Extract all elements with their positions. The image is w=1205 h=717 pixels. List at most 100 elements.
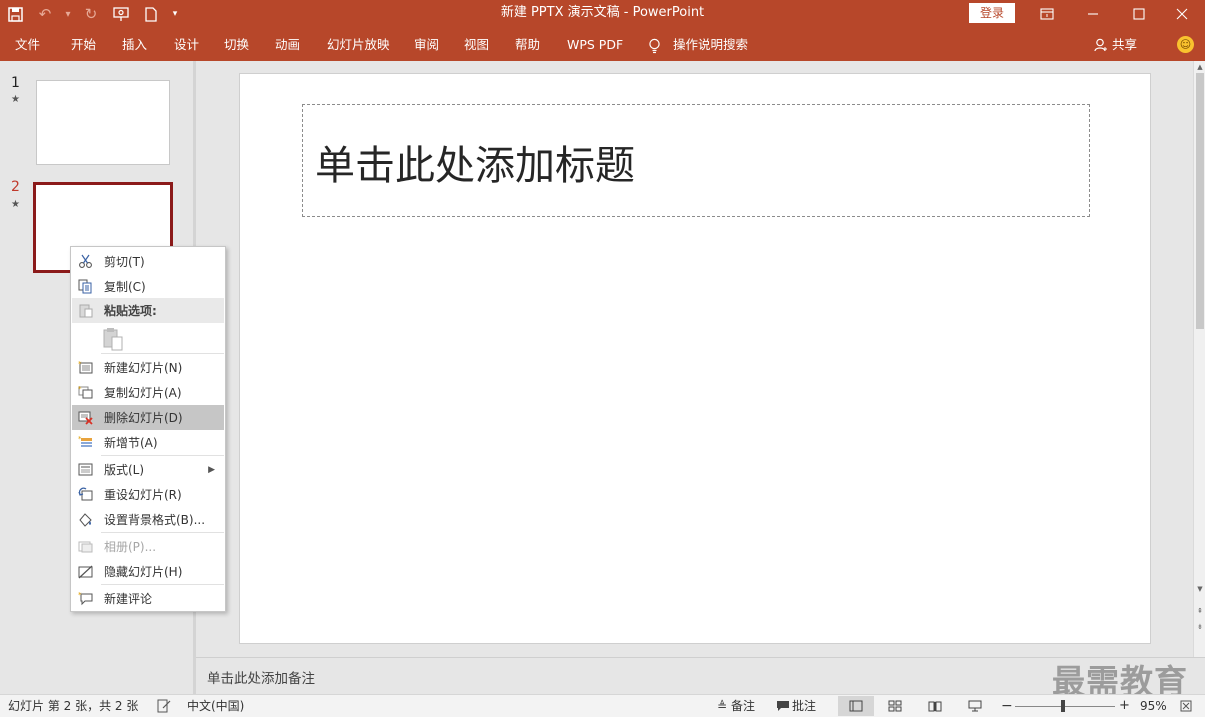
menu-item-add-section[interactable]: * 新增节(A) [72,430,224,455]
close-icon[interactable] [1159,0,1205,28]
status-bar: 幻灯片 第 2 张，共 2 张 中文(中国) ≜ 备注 批注 − + 95% [0,694,1205,717]
reading-view-icon[interactable] [925,698,945,714]
save-icon[interactable] [0,0,30,28]
tab-review[interactable]: 审阅 [414,28,439,61]
menu-item-new-comment[interactable]: * 新建评论 [72,586,224,611]
menu-item-delete-slide[interactable]: 删除幻灯片(D) [72,405,224,430]
customize-qat-icon[interactable]: ▾ [166,0,184,28]
menu-item-cut[interactable]: 剪切(T) [72,249,224,274]
share-person-icon [1094,38,1107,51]
new-file-icon[interactable] [136,0,166,28]
tab-file[interactable]: 文件 [15,28,40,61]
slide-sorter-icon[interactable] [885,698,905,714]
start-from-beginning-icon[interactable] [106,0,136,28]
tab-home[interactable]: 开始 [71,28,96,61]
menu-item-label: 删除幻灯片(D) [104,411,183,425]
comments-icon[interactable] [773,698,793,714]
hide-slide-icon [77,563,94,580]
lightbulb-icon [648,28,661,61]
tab-slideshow[interactable]: 幻灯片放映 [327,28,390,61]
svg-text:*: * [78,385,82,393]
menu-item-hide-slide[interactable]: 隐藏幻灯片(H) [72,559,224,584]
slide-number-2: 2 [11,179,20,195]
context-menu: 剪切(T) 复制(C) 粘贴选项: * 新建幻灯片(N) * 复制幻灯片(A) … [70,246,226,612]
menu-item-label: 设置背景格式(B)... [104,513,206,527]
tab-view[interactable]: 视图 [464,28,489,61]
menu-item-format-background[interactable]: 设置背景格式(B)... [72,507,224,532]
maximize-icon[interactable] [1116,0,1162,28]
menu-header-label: 粘贴选项: [104,304,157,318]
menu-item-copy[interactable]: 复制(C) [72,274,224,299]
menu-item-new-slide[interactable]: * 新建幻灯片(N) [72,355,224,380]
slide-count-info: 幻灯片 第 2 张，共 2 张 [8,699,139,713]
menu-item-photo-album: 相册(P)... [72,534,224,559]
svg-text:*: * [78,591,82,599]
slideshow-view-icon[interactable] [965,698,985,714]
redo-icon[interactable]: ↻ [76,0,106,28]
slide-editor: 单击此处添加标题 [196,61,1193,657]
share-button[interactable]: 共享 [1094,28,1137,61]
menu-header-paste-options: 粘贴选项: [72,298,224,323]
scissors-icon [77,253,94,270]
layout-icon [77,461,94,478]
notes-button[interactable]: 备注 [731,695,755,717]
previous-slide-icon[interactable]: ⇞ [1194,605,1205,617]
menu-item-label: 复制幻灯片(A) [104,386,182,400]
menu-item-duplicate-slide[interactable]: * 复制幻灯片(A) [72,380,224,405]
zoom-slider[interactable] [1015,706,1115,707]
scroll-up-icon[interactable]: ▲ [1194,61,1205,73]
vertical-scrollbar[interactable]: ▲ ▼ ⇞ ⇟ [1193,61,1205,657]
notes-toggle-icon[interactable]: ≜ [712,698,732,714]
paste-icon [77,302,94,319]
window-title: 新建 PPTX 演示文稿 - PowerPoint [500,5,705,20]
zoom-slider-knob[interactable] [1061,700,1065,712]
language-indicator[interactable]: 中文(中国) [187,695,244,717]
paste-keep-source-icon[interactable] [102,327,124,351]
slide-number-1: 1 [11,75,20,91]
scrollbar-thumb[interactable] [1196,73,1204,329]
slide-canvas[interactable]: 单击此处添加标题 [239,73,1151,644]
duplicate-slide-icon: * [77,384,94,401]
menu-item-label: 新建幻灯片(N) [104,361,183,375]
reset-slide-icon [77,486,94,503]
minimize-icon[interactable] [1070,0,1116,28]
ribbon-display-options-icon[interactable] [1024,0,1070,28]
scroll-down-icon[interactable]: ▼ [1194,583,1205,595]
zoom-in-icon[interactable]: + [1119,695,1130,717]
spell-check-icon[interactable] [154,698,174,714]
tab-help[interactable]: 帮助 [515,28,540,61]
comments-button[interactable]: 批注 [792,695,816,717]
menu-item-label: 相册(P)... [104,540,157,554]
zoom-out-icon[interactable]: − [1001,695,1013,717]
zoom-level[interactable]: 95% [1140,695,1167,717]
tell-me-search[interactable]: 操作说明搜索 [673,28,748,61]
tab-animations[interactable]: 动画 [275,28,300,61]
normal-view-icon[interactable] [838,696,874,716]
menu-item-reset-slide[interactable]: 重设幻灯片(R) [72,482,224,507]
menu-item-label: 隐藏幻灯片(H) [104,565,183,579]
format-background-icon [77,511,94,528]
fit-to-window-icon[interactable] [1176,698,1196,714]
svg-text:*: * [78,360,82,368]
tab-wps-pdf[interactable]: WPS PDF [567,28,623,61]
copy-icon [77,278,94,295]
title-bar: ↶ ▾ ↻ ▾ 新建 PPTX 演示文稿 - PowerPoint 登录 [0,0,1205,28]
svg-text:*: * [78,435,82,443]
login-button[interactable]: 登录 [969,3,1015,23]
tab-transitions[interactable]: 切换 [224,28,249,61]
slide-thumbnail-1[interactable] [36,80,170,165]
next-slide-icon[interactable]: ⇟ [1194,621,1205,633]
menu-item-label: 重设幻灯片(R) [104,488,182,502]
title-placeholder[interactable]: 单击此处添加标题 [302,104,1090,217]
tab-design[interactable]: 设计 [174,28,199,61]
menu-item-label: 新增节(A) [104,436,158,450]
tab-insert[interactable]: 插入 [122,28,147,61]
undo-icon[interactable]: ↶ [30,0,60,28]
quick-access-toolbar: ↶ ▾ ↻ ▾ [0,0,184,28]
menu-separator [101,584,224,585]
undo-dropdown-icon[interactable]: ▾ [60,0,76,28]
menu-item-layout[interactable]: 版式(L) ▶ [72,457,224,482]
title-placeholder-text: 单击此处添加标题 [315,143,635,189]
smiley-feedback-icon[interactable]: ☺ [1177,36,1194,53]
menu-item-label: 复制(C) [104,280,146,294]
